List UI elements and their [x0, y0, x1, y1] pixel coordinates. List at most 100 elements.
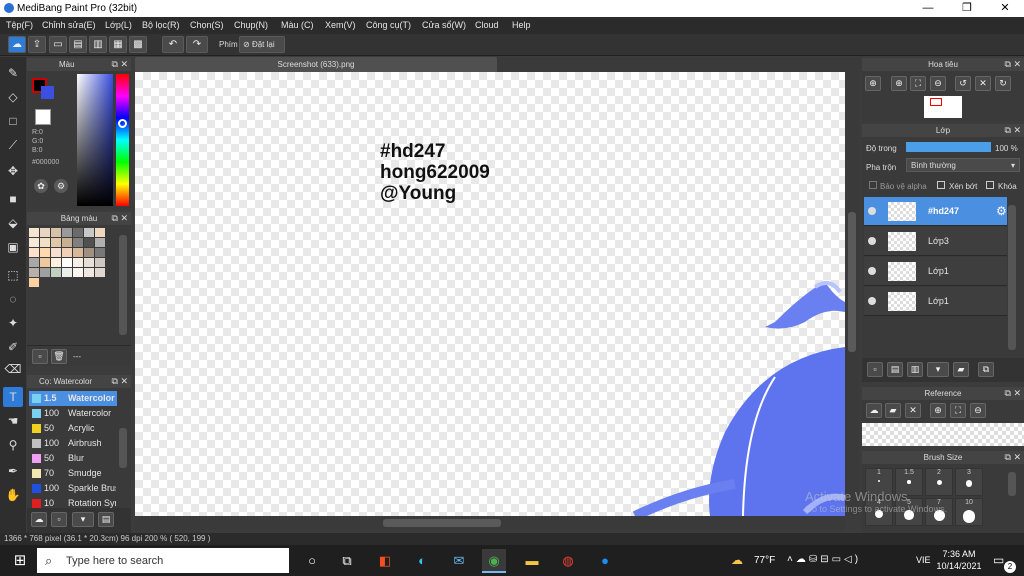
reference-cloud-icon[interactable]: ☁ [866, 403, 882, 418]
palette-swatch[interactable] [95, 268, 105, 277]
layer-row[interactable]: Lớp3 [864, 227, 1007, 256]
palette-swatch[interactable] [51, 268, 61, 277]
layer-row[interactable]: #hd247 ⚙ [864, 197, 1007, 226]
menu-layer[interactable]: Lớp(L) [105, 20, 132, 30]
navigator-viewport[interactable] [930, 98, 942, 106]
protect-alpha-checkbox[interactable] [869, 181, 877, 189]
weather-icon[interactable]: ☁ [731, 553, 743, 567]
new-layer-2-icon[interactable]: ▤ [887, 362, 903, 377]
share-icon[interactable]: ⇪ [28, 36, 46, 53]
add-layer-menu-icon[interactable]: ▾ [927, 362, 949, 377]
lasso-tool-icon[interactable]: ◌ [3, 289, 23, 309]
eye-icon[interactable] [868, 237, 876, 245]
palette-swatch[interactable] [84, 258, 94, 267]
saturation-value-picker[interactable] [77, 74, 113, 206]
eraser-tool-icon[interactable]: ◇ [3, 87, 23, 107]
palette-swatch[interactable] [29, 248, 39, 257]
cloud-icon[interactable]: ☁ [8, 36, 26, 53]
dropper-tool-icon[interactable]: ⚲ [3, 435, 23, 455]
brush-size-close-icon[interactable]: ⧉ ✕ [1005, 451, 1021, 464]
menu-capture[interactable]: Chụp(N) [234, 20, 268, 30]
fit-icon[interactable]: ⛶ [910, 76, 926, 91]
palette-swatch[interactable] [62, 238, 72, 247]
palette-swatch[interactable] [84, 268, 94, 277]
rotate-left-icon[interactable]: ↺ [955, 76, 971, 91]
brush-tool-icon[interactable]: ✎ [3, 63, 23, 83]
comment-icon[interactable]: ▤ [69, 36, 87, 53]
clipping-checkbox[interactable] [937, 181, 945, 189]
zoom-out-icon[interactable]: ⊖ [930, 76, 946, 91]
palette-swatch[interactable] [40, 248, 50, 257]
panel-icon[interactable]: ▩ [129, 36, 147, 53]
weather-temp[interactable]: 77°F [754, 555, 775, 566]
edge-icon[interactable]: ◐ [410, 549, 434, 573]
rotate-right-icon[interactable]: ↻ [995, 76, 1011, 91]
windows-start-icon[interactable]: ⊞ [8, 549, 32, 573]
magic-wand-tool-icon[interactable]: ✦ [3, 313, 23, 333]
add-palette-icon[interactable]: ▫ [32, 349, 48, 364]
menu-color[interactable]: Màu (C) [281, 20, 314, 30]
palette-icon[interactable]: ✿ [34, 179, 48, 193]
zalo-icon[interactable]: ● [593, 549, 617, 573]
notification-icon[interactable]: ▭ [993, 553, 1004, 567]
duplicate-layer-icon[interactable]: ▥ [907, 362, 923, 377]
palette-swatch[interactable] [40, 268, 50, 277]
gradient-tool-icon[interactable]: ▣ [3, 237, 23, 257]
blend-select[interactable]: Bình thường ▾ [906, 158, 1020, 172]
eye-icon[interactable] [868, 207, 876, 215]
palette-swatch[interactable] [40, 228, 50, 237]
brush-item[interactable]: 50 Blur [29, 451, 117, 466]
palette-close-icon[interactable]: ⧉ ✕ [112, 212, 128, 225]
brush-item[interactable]: 100 Airbrush [29, 436, 117, 451]
canvas-vscrollbar[interactable] [845, 72, 859, 516]
add-brush-icon[interactable]: ▾ [72, 512, 94, 527]
brush-close-icon[interactable]: ⧉ ✕ [112, 375, 128, 388]
palette-swatch[interactable] [84, 248, 94, 257]
palette-swatch[interactable] [29, 258, 39, 267]
palette-swatch[interactable] [29, 278, 39, 287]
opacity-slider[interactable] [906, 142, 991, 152]
brush-item[interactable]: 100 Sparkle Brush [29, 481, 117, 496]
fill-rect-tool-icon[interactable]: ■ [3, 189, 23, 209]
tray-icons[interactable]: ˄☁⛁⊟▭◁) [787, 554, 861, 565]
select-rect-tool-icon[interactable]: ⬚ [3, 265, 23, 285]
palette-swatch[interactable] [62, 248, 72, 257]
select-pen-tool-icon[interactable]: ✐ [3, 337, 23, 357]
navigator-preview[interactable] [924, 96, 962, 118]
palette-swatch[interactable] [95, 228, 105, 237]
brush-settings-icon[interactable]: ▤ [98, 512, 114, 527]
hue-handle[interactable] [118, 119, 127, 128]
brush-item[interactable]: 70 Smudge [29, 466, 117, 481]
zoom-in-icon[interactable]: ⊕ [865, 76, 881, 91]
brush-size-cell[interactable]: 10 [955, 498, 983, 526]
hue-slider[interactable] [116, 74, 129, 206]
lock-checkbox[interactable] [986, 181, 994, 189]
brush-item[interactable]: 50 Acrylic [29, 421, 117, 436]
palette-swatch[interactable] [51, 258, 61, 267]
language-indicator[interactable]: VIE [916, 555, 931, 565]
palette-swatch[interactable] [40, 238, 50, 247]
palette-swatch[interactable] [62, 228, 72, 237]
reset-button[interactable]: ⊘ Đặt lại [239, 36, 285, 53]
taskbar-search-box[interactable]: ⌕ Type here to search [37, 548, 289, 573]
canvas-vscroll-thumb[interactable] [848, 212, 856, 352]
palette-swatch[interactable] [73, 268, 83, 277]
chrome-icon[interactable]: ◍ [556, 549, 580, 573]
clock[interactable]: 7:36 AM 10/14/2021 [935, 548, 983, 572]
brush-item[interactable]: 100 Watercolor [29, 406, 117, 421]
palette-swatch[interactable] [29, 228, 39, 237]
brush-scrollbar[interactable] [119, 428, 127, 468]
mail-icon[interactable]: ✉ [447, 549, 471, 573]
text-tool-icon[interactable]: T [3, 387, 23, 407]
drawing-canvas[interactable]: #hd247 hong622009 @Young [135, 72, 845, 516]
office-icon[interactable]: ◧ [373, 549, 397, 573]
merge-layer-icon[interactable]: ⧉ [978, 362, 994, 377]
palette-swatch[interactable] [95, 248, 105, 257]
palette-swatch[interactable] [40, 258, 50, 267]
background-color[interactable] [41, 86, 54, 99]
menu-edit[interactable]: Chỉnh sửa(E) [42, 20, 96, 30]
new-brush-icon[interactable]: ▫ [51, 512, 67, 527]
select-eraser-tool-icon[interactable]: ⌫ [3, 359, 23, 379]
restore-button[interactable]: ❐ [948, 0, 986, 17]
reference-zoom-out-icon[interactable]: ⊖ [970, 403, 986, 418]
